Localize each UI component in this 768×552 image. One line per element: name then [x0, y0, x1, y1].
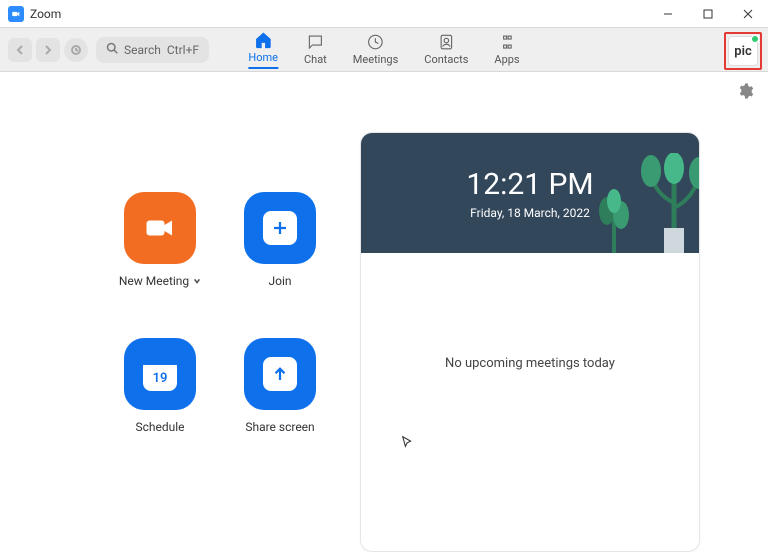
video-icon — [124, 192, 196, 264]
tab-chat[interactable]: Chat — [304, 33, 327, 69]
avatar-highlight: pic — [724, 32, 762, 70]
tab-label: Meetings — [353, 53, 398, 66]
tab-label: Apps — [494, 53, 519, 66]
calendar-icon: 19 — [124, 338, 196, 410]
window-close-button[interactable] — [728, 0, 768, 28]
action-label: Share screen — [245, 420, 314, 434]
action-label: New Meeting — [119, 274, 189, 288]
panel-body: No upcoming meetings today — [361, 253, 699, 473]
cursor-icon — [401, 435, 415, 453]
new-meeting-button[interactable]: New Meeting — [100, 192, 220, 288]
tab-meetings[interactable]: Meetings — [353, 33, 398, 69]
window-minimize-button[interactable] — [648, 0, 688, 28]
clock-time: 12:21 PM — [466, 167, 593, 202]
zoom-app-icon — [8, 6, 24, 22]
tab-home[interactable]: Home — [248, 31, 278, 69]
clock-icon — [367, 33, 385, 51]
content-area: New Meeting Join 19 Schedule — [0, 72, 768, 552]
empty-state-text: No upcoming meetings today — [445, 356, 615, 371]
tab-contacts[interactable]: Contacts — [424, 33, 468, 69]
clock-date: Friday, 18 March, 2022 — [470, 206, 590, 220]
tab-label: Contacts — [424, 53, 468, 66]
nav-back-button[interactable] — [8, 38, 32, 62]
apps-icon — [498, 33, 516, 51]
panel-header: 12:21 PM Friday, 18 March, 2022 — [361, 133, 699, 253]
window-maximize-button[interactable] — [688, 0, 728, 28]
nav-history-button[interactable] — [64, 38, 88, 62]
search-icon — [106, 42, 118, 57]
contacts-icon — [437, 33, 455, 51]
plant-decoration — [639, 153, 699, 253]
action-label: Schedule — [135, 420, 184, 434]
search-input[interactable]: Search Ctrl+F — [96, 37, 209, 63]
search-label: Search — [124, 43, 161, 57]
home-icon — [254, 31, 272, 49]
nav-forward-button[interactable] — [36, 38, 60, 62]
main-toolbar: Search Ctrl+F Home Chat Meetings Contact… — [0, 28, 768, 72]
presence-indicator — [751, 35, 759, 43]
chevron-down-icon — [193, 274, 201, 288]
join-button[interactable]: Join — [220, 192, 340, 288]
settings-button[interactable] — [736, 82, 754, 104]
window-titlebar: Zoom — [0, 0, 768, 28]
window-title: Zoom — [30, 7, 61, 21]
plus-icon — [244, 192, 316, 264]
schedule-button[interactable]: 19 Schedule — [100, 338, 220, 434]
tab-label: Home — [248, 51, 278, 64]
search-shortcut: Ctrl+F — [167, 43, 199, 57]
upcoming-panel: 12:21 PM Friday, 18 March, 2022 No upcom… — [360, 132, 700, 552]
home-actions: New Meeting Join 19 Schedule — [0, 72, 360, 552]
nav-tabs: Home Chat Meetings Contacts Apps — [248, 28, 519, 71]
profile-avatar-button[interactable]: pic — [728, 36, 758, 66]
chat-icon — [306, 33, 324, 51]
share-screen-button[interactable]: Share screen — [220, 338, 340, 434]
calendar-day: 19 — [153, 365, 168, 391]
share-icon — [244, 338, 316, 410]
plant-decoration — [589, 183, 639, 253]
tab-apps[interactable]: Apps — [494, 33, 519, 69]
action-label: Join — [268, 274, 291, 288]
avatar-text: pic — [734, 44, 751, 59]
tab-label: Chat — [304, 53, 327, 66]
